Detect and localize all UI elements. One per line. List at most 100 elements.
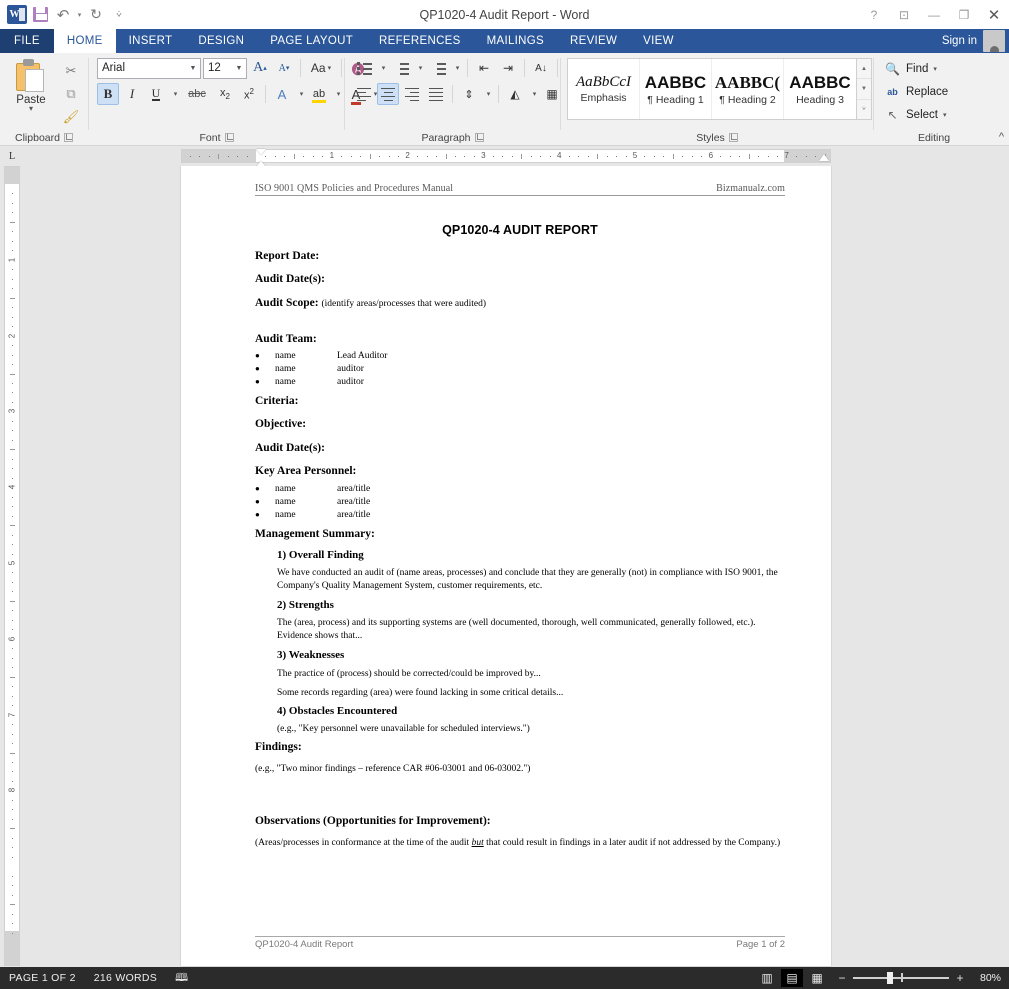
superscript-button[interactable]: x2	[238, 83, 260, 105]
select-dropdown-icon[interactable]: ▾	[943, 111, 947, 119]
align-left-icon[interactable]	[353, 83, 375, 105]
format-painter-icon[interactable]: 🖌	[59, 106, 83, 127]
tab-review[interactable]: REVIEW	[557, 29, 630, 53]
style-emphasis[interactable]: AaBbCcI Emphasis	[568, 59, 640, 119]
bold-button[interactable]: B	[97, 83, 119, 105]
shading-dropdown-icon[interactable]: ▾	[528, 83, 539, 105]
find-button[interactable]: 🔍 Find ▾	[880, 58, 941, 79]
tab-page-layout[interactable]: PAGE LAYOUT	[257, 29, 366, 53]
italic-button[interactable]: I	[121, 83, 143, 105]
close-icon[interactable]: ✕	[979, 2, 1009, 28]
highlight-dropdown-icon[interactable]: ▾	[332, 83, 343, 105]
ruler-tick	[540, 156, 542, 157]
undo-dropdown-icon[interactable]: ▾	[75, 4, 84, 26]
tab-insert[interactable]: INSERT	[116, 29, 186, 53]
tab-view[interactable]: VIEW	[630, 29, 687, 53]
style-heading-1[interactable]: AABBC ¶ Heading 1	[640, 59, 712, 119]
web-layout-icon[interactable]: ▦	[806, 969, 828, 987]
underline-button[interactable]: U	[145, 83, 167, 105]
tab-mailings[interactable]: MAILINGS	[474, 29, 557, 53]
numbering-dropdown-icon[interactable]: ▾	[414, 57, 425, 79]
redo-icon[interactable]: ↻	[85, 4, 107, 26]
replace-button[interactable]: ab Replace	[880, 81, 952, 102]
strikethrough-button[interactable]: abc	[182, 83, 212, 105]
read-mode-icon[interactable]: ▥	[756, 969, 778, 987]
sign-in-area[interactable]: Sign in	[942, 29, 1009, 53]
collapse-ribbon-icon[interactable]: ^	[999, 131, 1004, 143]
avatar[interactable]	[983, 30, 1005, 52]
grow-font-icon[interactable]: A ▴	[249, 57, 271, 79]
align-center-icon[interactable]	[377, 83, 399, 105]
bullets-icon[interactable]	[353, 57, 375, 79]
font-name-caret-icon[interactable]: ▼	[186, 65, 200, 72]
paste-dropdown-icon[interactable]: ▾	[29, 105, 33, 113]
select-button[interactable]: ↖ Select ▾	[880, 104, 950, 125]
font-name-combo[interactable]: Arial ▼	[97, 57, 201, 79]
print-layout-icon[interactable]: ▤	[781, 969, 803, 987]
page-indicator[interactable]: PAGE 1 OF 2	[0, 972, 85, 984]
styles-dialog-launcher-icon[interactable]	[728, 133, 738, 142]
style-heading-3[interactable]: AABBC Heading 3	[784, 59, 856, 119]
style-heading-2[interactable]: AABBC( ¶ Heading 2	[712, 59, 784, 119]
first-line-indent-marker[interactable]	[256, 149, 266, 155]
summary-body-3a: The practice of (process) should be corr…	[277, 668, 541, 679]
text-highlight-color-icon[interactable]: ab	[308, 83, 330, 105]
right-indent-marker[interactable]	[819, 154, 829, 161]
copy-icon[interactable]: ⧉	[59, 83, 83, 104]
horizontal-ruler[interactable]: 1 2 3 4 5 6 7	[181, 149, 831, 167]
tab-file[interactable]: FILE	[0, 29, 54, 53]
zoom-slider[interactable]	[853, 972, 949, 984]
minimize-icon[interactable]: —	[919, 2, 949, 28]
multilevel-list-icon[interactable]	[427, 57, 449, 79]
customize-quick-access-toolbar-icon[interactable]: ⩒	[108, 4, 130, 26]
multilevel-dropdown-icon[interactable]: ▾	[451, 57, 462, 79]
text-effects-icon[interactable]: A	[271, 83, 293, 105]
find-dropdown-icon[interactable]: ▾	[933, 65, 937, 73]
sort-icon[interactable]: A↓	[530, 57, 552, 79]
styles-scroll-down-icon[interactable]: ▼	[857, 79, 871, 100]
text-effects-dropdown-icon[interactable]: ▾	[295, 83, 306, 105]
justify-icon[interactable]	[425, 83, 447, 105]
increase-indent-icon[interactable]: ⇥	[497, 57, 519, 79]
help-icon[interactable]: ?	[859, 2, 889, 28]
borders-icon[interactable]: ▦	[541, 83, 563, 105]
restore-icon[interactable]: ❐	[949, 2, 979, 28]
cut-icon[interactable]: ✂	[59, 60, 83, 81]
tab-design[interactable]: DESIGN	[185, 29, 257, 53]
decrease-indent-icon[interactable]: ⇤	[473, 57, 495, 79]
shrink-font-icon[interactable]: A ▾	[273, 57, 295, 79]
ruler-tick	[464, 156, 466, 157]
tab-home[interactable]: HOME	[53, 29, 116, 53]
ribbon-display-options-icon[interactable]: ⊡	[889, 2, 919, 28]
document-page-1[interactable]: ISO 9001 QMS Policies and Procedures Man…	[181, 166, 831, 966]
line-spacing-icon[interactable]: ⇕	[458, 83, 480, 105]
paragraph-dialog-launcher-icon[interactable]	[474, 133, 484, 142]
bullets-dropdown-icon[interactable]: ▾	[377, 57, 388, 79]
change-case-icon[interactable]: Aa ▾	[306, 57, 336, 79]
font-dialog-launcher-icon[interactable]	[224, 133, 234, 142]
save-icon[interactable]	[29, 4, 51, 26]
vertical-ruler[interactable]: 1 2 3 4 5 6 7 8	[4, 166, 20, 966]
zoom-out-button[interactable]: −	[837, 971, 847, 985]
align-right-icon[interactable]	[401, 83, 423, 105]
zoom-level-label[interactable]: 80%	[971, 972, 1001, 984]
styles-scroll-up-icon[interactable]: ▲	[857, 59, 871, 80]
zoom-slider-thumb[interactable]	[886, 972, 893, 984]
subscript-button[interactable]: x2	[214, 83, 236, 105]
font-size-caret-icon[interactable]: ▼	[232, 65, 246, 72]
undo-icon[interactable]: ↶	[52, 4, 74, 26]
proofing-errors-icon[interactable]: 🕮	[166, 969, 197, 988]
line-spacing-dropdown-icon[interactable]: ▾	[482, 83, 493, 105]
tab-stop-selector[interactable]: L	[4, 148, 20, 164]
underline-dropdown-icon[interactable]: ▾	[169, 83, 180, 105]
shading-icon[interactable]: ◭	[504, 83, 526, 105]
styles-more-icon[interactable]: ⩒	[857, 99, 871, 119]
numbering-icon[interactable]	[390, 57, 412, 79]
document-canvas[interactable]: ISO 9001 QMS Policies and Procedures Man…	[22, 166, 1009, 967]
paste-button[interactable]: Paste ▾	[5, 57, 57, 113]
zoom-in-button[interactable]: +	[955, 971, 965, 985]
font-size-combo[interactable]: 12 ▼	[203, 57, 247, 79]
tab-references[interactable]: REFERENCES	[366, 29, 474, 53]
clipboard-dialog-launcher-icon[interactable]	[63, 133, 73, 142]
word-count[interactable]: 216 WORDS	[85, 972, 166, 984]
